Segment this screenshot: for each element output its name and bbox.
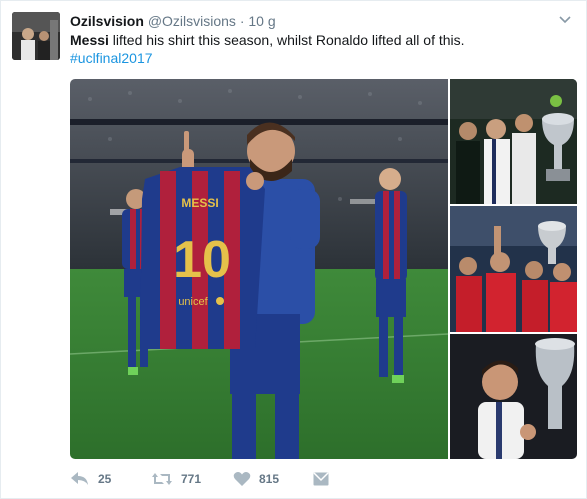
media-photo-portugal-celebration[interactable] [450, 206, 577, 332]
user-handle[interactable]: @Ozilsvisions [148, 13, 236, 29]
like-button[interactable]: 815 [233, 471, 279, 487]
tweet-text-bold: Messi [70, 32, 109, 48]
media-photo-main[interactable]: MESSI 10 unicef [70, 79, 448, 459]
media-photo-trophy-celebration[interactable] [450, 79, 577, 204]
tweet-text-body: lifted his shirt this season, whilst Ron… [108, 32, 465, 48]
tweet-card[interactable]: Ozilsvision @Ozilsvisions · 10 g Messi l… [0, 0, 587, 499]
heart-icon[interactable] [233, 471, 251, 487]
separator-dot: · [239, 13, 245, 29]
jersey-number-text: 10 [173, 231, 231, 289]
chevron-down-icon[interactable] [558, 13, 572, 27]
retweet-button[interactable]: 771 [151, 471, 201, 487]
envelope-icon[interactable] [313, 472, 329, 486]
display-name[interactable]: Ozilsvision [70, 13, 144, 29]
retweet-icon[interactable] [151, 471, 173, 487]
jersey-sponsor-text: unicef [178, 296, 208, 308]
reply-count: 25 [98, 472, 112, 486]
reply-icon[interactable] [70, 471, 90, 487]
tweet-text: Messi lifted his shirt this season, whil… [70, 31, 570, 67]
like-count: 815 [259, 472, 280, 486]
media-photo-ronaldo-trophy[interactable] [450, 334, 577, 459]
reply-button[interactable]: 25 [70, 471, 111, 487]
direct-message-button[interactable] [313, 472, 329, 486]
avatar[interactable] [12, 12, 60, 60]
retweet-count: 771 [181, 472, 202, 486]
timestamp[interactable]: 10 g [248, 13, 275, 29]
hashtag-link[interactable]: #uclfinal2017 [70, 50, 153, 66]
media-grid[interactable]: MESSI 10 unicef [70, 79, 577, 459]
tweet-header: Ozilsvision @Ozilsvisions · 10 g [70, 11, 276, 31]
jersey-name-text: MESSI [181, 196, 218, 210]
